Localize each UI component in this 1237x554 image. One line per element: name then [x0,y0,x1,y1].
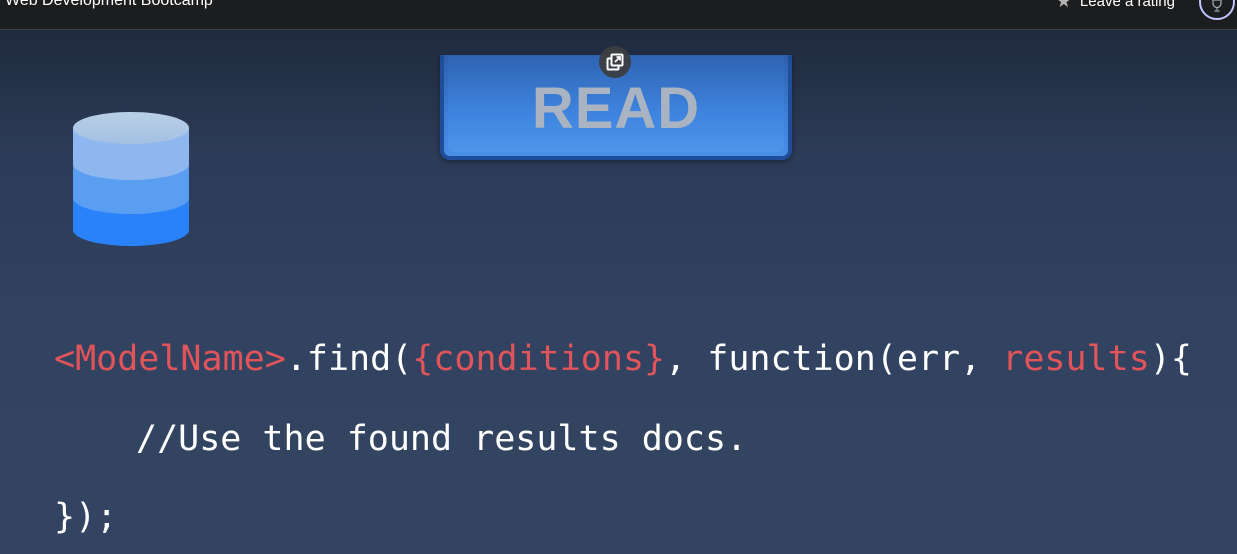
popout-icon [606,53,624,71]
code-line-close: }); [54,497,118,537]
code-results: results [1002,339,1150,379]
video-frame[interactable]: READ <ModelName>.find({conditions}, func… [0,30,1237,554]
popout-button[interactable] [599,46,631,78]
code-line-find: <ModelName>.find({conditions}, function(… [54,342,1192,377]
code-open-brace: ){ [1149,339,1192,379]
code-callback: , function(err, [665,339,1003,379]
read-label: READ [531,76,701,141]
database-icon [73,112,189,246]
code-find-call: .find( [285,339,413,379]
progress-button[interactable] [1199,0,1235,20]
code-conditions: {conditions} [412,339,666,379]
course-header: Web Development Bootcamp ★ Leave a ratin… [0,0,1237,30]
code-line-comment: //Use the found results docs. [136,419,748,459]
course-title[interactable]: Web Development Bootcamp [5,0,213,10]
code-model-name: <ModelName> [54,339,286,379]
star-icon: ★ [1055,0,1072,11]
leave-rating-button[interactable]: ★ Leave a rating [1056,0,1175,10]
trophy-icon [1212,0,1222,12]
rating-label: Leave a rating [1079,0,1175,10]
